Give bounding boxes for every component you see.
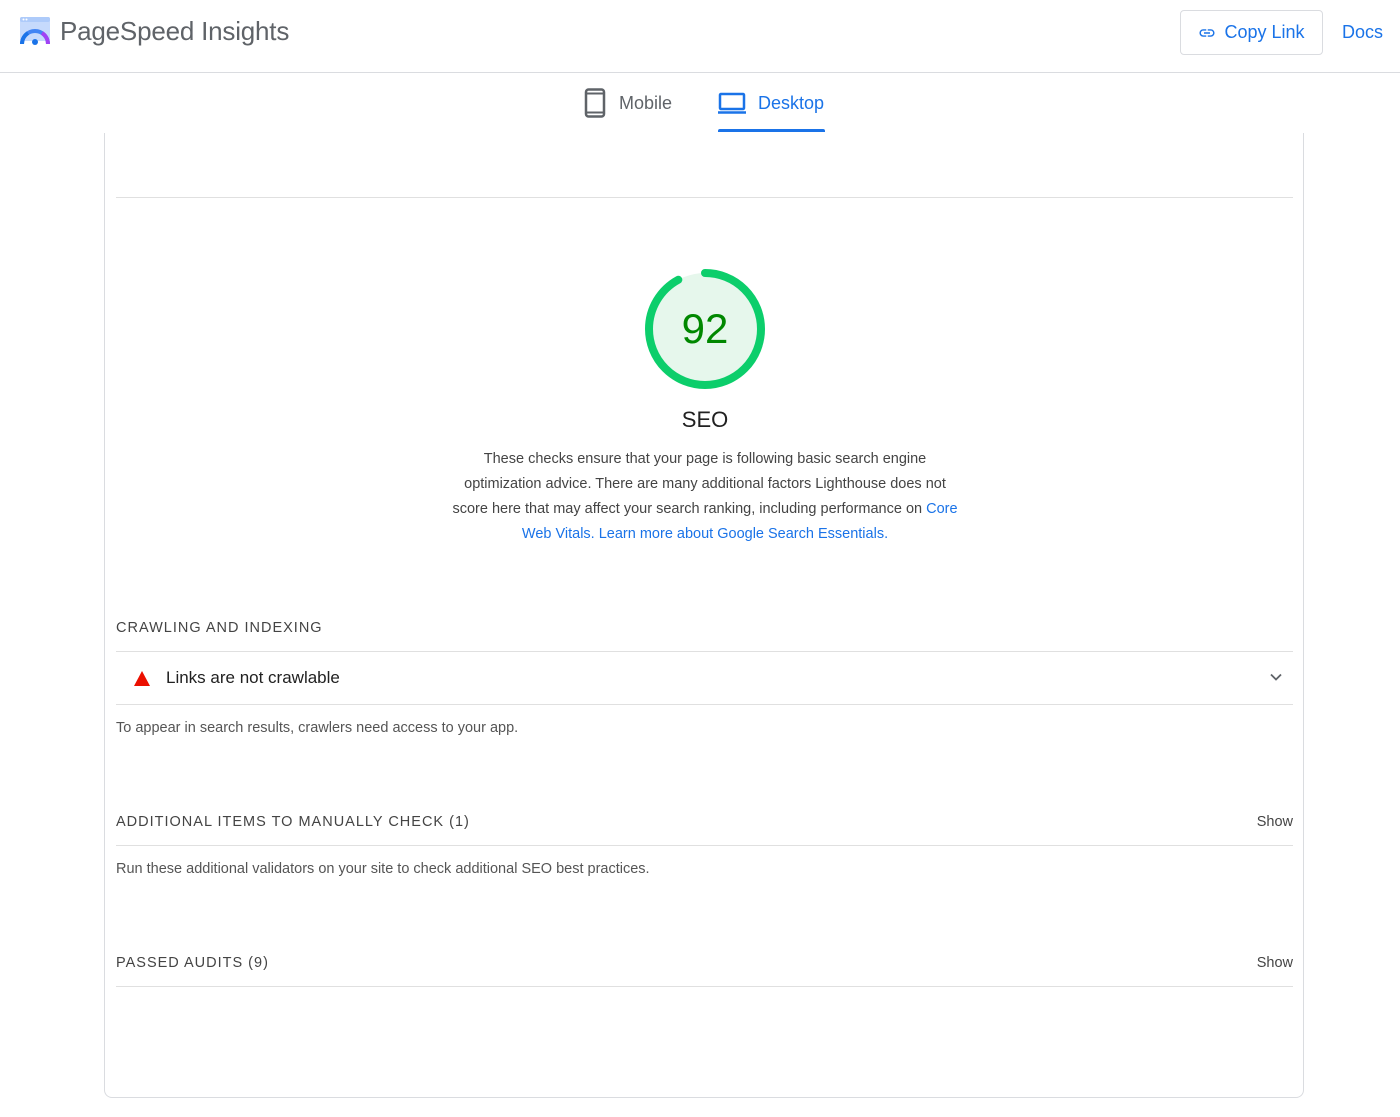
divider [116,845,1293,846]
crawling-section-description: To appear in search results, crawlers ne… [116,720,519,736]
docs-link[interactable]: Docs [1342,22,1383,43]
tab-mobile-label: Mobile [619,92,673,113]
description-end: . [884,526,889,542]
manual-check-show-button[interactable]: Show [1257,814,1293,830]
category-description: These checks ensure that your page is fo… [445,447,965,547]
smartphone-icon [584,88,606,118]
audit-title: Links are not crawlable [166,668,340,687]
manual-check-section-title: ADDITIONAL ITEMS TO MANUALLY CHECK (1) [116,814,470,830]
passed-audits-section-title: PASSED AUDITS (9) [116,955,269,971]
manual-check-description: Run these additional validators on your … [116,861,650,877]
link-icon [1199,28,1215,37]
passed-audits-show-button[interactable]: Show [1257,955,1293,971]
divider [116,704,1293,705]
divider [116,986,1293,987]
tab-desktop-label: Desktop [758,92,825,113]
divider [116,197,1293,198]
crawling-section-title: CRAWLING AND INDEXING [116,620,323,636]
score-value: 92 [681,305,729,352]
app-header: PageSpeed Insights Copy Link Docs [0,0,1400,73]
brand-name: PageSpeed Insights [60,15,290,46]
tab-mobile[interactable]: Mobile [583,73,672,133]
copy-link-button[interactable]: Copy Link [1180,10,1323,55]
chevron-down-icon[interactable] [1269,670,1283,684]
laptop-icon [718,92,746,114]
report-card: 92 SEO These checks ensure that your pag… [104,133,1304,1098]
pagespeed-logo-icon [19,17,51,45]
copy-link-label: Copy Link [1224,22,1305,42]
search-essentials-link[interactable]: Learn more about Google Search Essential… [599,526,884,542]
audit-links-not-crawlable[interactable]: Links are not crawlable [116,652,1293,704]
active-tab-indicator [718,129,825,132]
seo-score-gauge: 92 [643,267,767,391]
description-text: These checks ensure that your page is fo… [452,451,946,517]
warning-triangle-icon [134,670,150,686]
brand[interactable]: PageSpeed Insights [18,14,289,48]
tab-desktop[interactable]: Desktop [718,73,824,133]
category-title: SEO [681,407,729,432]
description-separator: . [590,526,599,542]
device-tabs: Mobile Desktop [0,73,1400,133]
